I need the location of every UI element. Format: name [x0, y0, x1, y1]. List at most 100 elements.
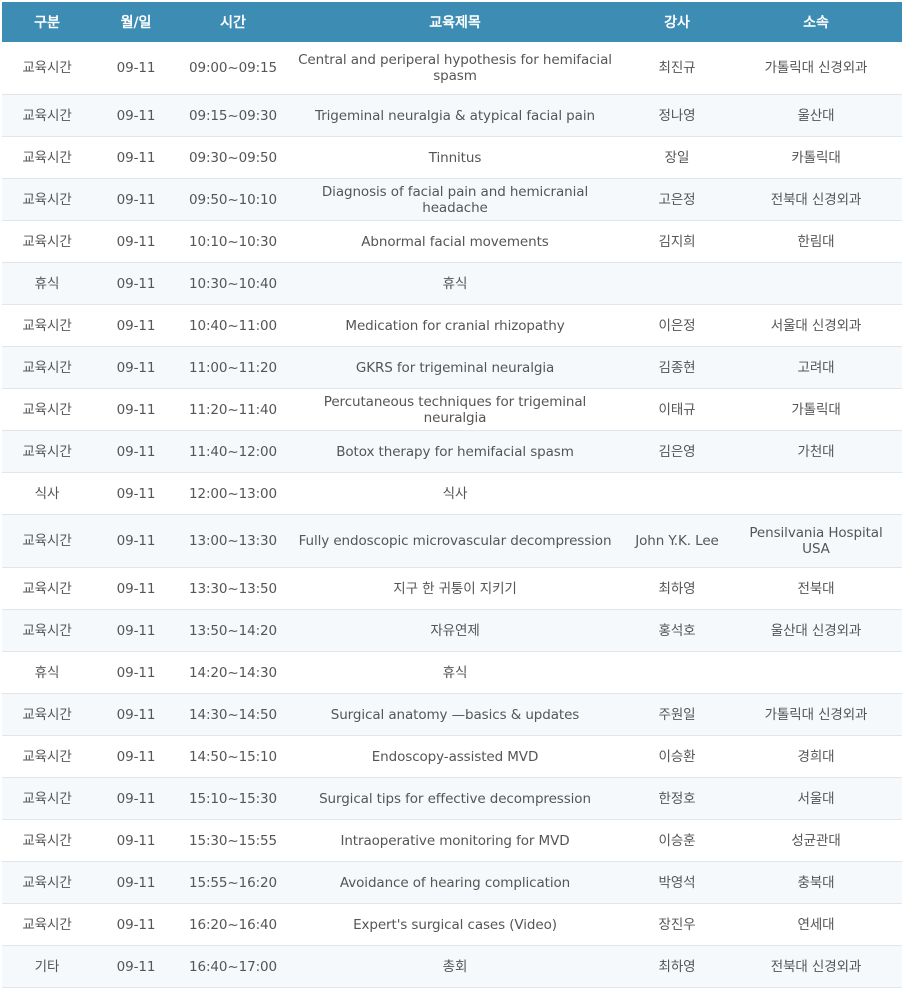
table-row: 교육시간 09-11 11:00~11:20 GKRS for trigeminal …	[2, 346, 902, 389]
cell-title-text: Avoidance of hearing complication	[339, 874, 571, 891]
cell-time-text: 13:00~13:30	[188, 533, 278, 549]
cell-title-text: Trigeminal neuralgia & atypical facial p…	[315, 107, 595, 124]
cell-speaker-text: 김은영	[658, 443, 696, 460]
cell-date-text: 09-11	[116, 533, 156, 549]
cell-category-text: 식사	[34, 485, 60, 502]
cell-affiliation-text: 전북대	[797, 580, 835, 597]
cell-affiliation-text: 서울대	[797, 790, 835, 807]
cell-date: 09-11	[92, 220, 180, 263]
cell-time-text: 09:15~09:30	[188, 107, 278, 124]
cell-category-text: 교육시간	[22, 317, 72, 334]
cell-title: Intraoperative monitoring for MVD	[286, 819, 624, 862]
cell-title-text: Percutaneous techniques for trigeminal n…	[323, 393, 587, 426]
cell-category: 교육시간	[2, 903, 92, 946]
cell-category: 휴식	[2, 651, 92, 694]
cell-date-text: 09-11	[116, 748, 156, 765]
cell-title-text: Abnormal facial movements	[361, 233, 549, 250]
cell-affiliation-text: 연세대	[797, 916, 835, 933]
cell-category: 교육시간	[2, 136, 92, 179]
table-row: 교육시간 09-11 14:30~14:50 Surgical anatomy —ba…	[2, 693, 902, 736]
cell-affiliation: 가톨릭대 신경외과	[730, 42, 902, 95]
cell-category-text: 휴식	[34, 664, 60, 681]
cell-time-text: 14:20~14:30	[188, 664, 278, 681]
cell-speaker: 박영석	[624, 861, 730, 904]
cell-affiliation-text: 전북대 신경외과	[770, 958, 862, 975]
schedule-table: 구분 월/일 시간 교육제목 강사 소속 교육시간 09-11 09:00~09:1…	[2, 2, 902, 988]
schedule-table-container: 구분 월/일 시간 교육제목 강사 소속 교육시간 09-11 09:00~09:1…	[2, 2, 902, 988]
cell-title-text: 휴식	[442, 275, 468, 292]
cell-time-text: 09:30~09:50	[188, 149, 278, 166]
cell-affiliation	[730, 651, 902, 694]
cell-title: Tinnitus	[286, 136, 624, 179]
table-row: 교육시간 09-11 11:40~12:00 Botox therapy for he…	[2, 430, 902, 473]
cell-title: Central and periperal hypothesis for hem…	[286, 42, 624, 95]
cell-affiliation: 울산대 신경외과	[730, 609, 902, 652]
cell-title-text: Endoscopy-assisted MVD	[371, 748, 539, 765]
cell-title-text: Medication for cranial rhizopathy	[345, 317, 565, 334]
cell-date-text: 09-11	[116, 958, 156, 975]
cell-affiliation: 서울대 신경외과	[730, 304, 902, 347]
cell-date: 09-11	[92, 945, 180, 988]
cell-affiliation-text: Pensilvania Hospital USA	[749, 525, 883, 557]
table-row: 교육시간 09-11 11:20~11:40 Percutaneous techniq…	[2, 388, 902, 431]
cell-date: 09-11	[92, 346, 180, 389]
cell-date: 09-11	[92, 94, 180, 137]
cell-date: 09-11	[92, 304, 180, 347]
cell-time-text: 10:40~11:00	[188, 317, 278, 334]
cell-affiliation-text: 울산대	[797, 107, 835, 124]
cell-title-text: 자유연제	[430, 622, 480, 639]
cell-affiliation-text: 카톨릭대	[791, 149, 841, 166]
cell-time-text: 16:40~17:00	[188, 958, 278, 975]
cell-date-text: 09-11	[116, 916, 156, 933]
cell-title: Surgical anatomy —basics & updates	[286, 693, 624, 736]
cell-date-text: 09-11	[116, 874, 156, 891]
cell-speaker: 최하영	[624, 945, 730, 988]
cell-speaker: 최하영	[624, 567, 730, 610]
cell-title: 지구 한 귀퉁이 지키기	[286, 567, 624, 610]
cell-title: 자유연제	[286, 609, 624, 652]
cell-title: Expert's surgical cases (Video)	[286, 903, 624, 946]
cell-speaker-text: 이승환	[658, 748, 696, 765]
cell-time-text: 09:50~10:10	[188, 191, 278, 208]
cell-speaker-text: 최진규	[658, 60, 696, 76]
cell-category: 교육시간	[2, 735, 92, 778]
cell-time-text: 11:20~11:40	[188, 401, 278, 418]
cell-time: 09:15~09:30	[180, 94, 286, 137]
cell-affiliation: 성균관대	[730, 819, 902, 862]
cell-category-text: 휴식	[34, 275, 60, 292]
cell-affiliation: 전북대	[730, 567, 902, 610]
cell-speaker-text: 장일	[664, 149, 690, 166]
cell-category: 교육시간	[2, 178, 92, 221]
cell-affiliation: 한림대	[730, 220, 902, 263]
table-row: 교육시간 09-11 13:30~13:50 지구 한 귀퉁이 지키기 최하영 전북대	[2, 567, 902, 610]
table-row: 교육시간 09-11 09:50~10:10 Diagnosis of facial …	[2, 178, 902, 221]
cell-date: 09-11	[92, 136, 180, 179]
cell-date: 09-11	[92, 42, 180, 95]
cell-date-text: 09-11	[116, 706, 156, 723]
cell-speaker-text: 김지희	[658, 233, 696, 250]
cell-time-text: 14:30~14:50	[188, 706, 278, 723]
cell-speaker: 최진규	[624, 42, 730, 95]
cell-affiliation: 가천대	[730, 430, 902, 473]
cell-category: 교육시간	[2, 346, 92, 389]
table-row: 교육시간 09-11 14:50~15:10 Endoscopy-assisted M…	[2, 735, 902, 778]
cell-title: Medication for cranial rhizopathy	[286, 304, 624, 347]
cell-date-text: 09-11	[116, 149, 156, 166]
cell-speaker: 김은영	[624, 430, 730, 473]
cell-time: 14:30~14:50	[180, 693, 286, 736]
cell-title-text: GKRS for trigeminal neuralgia	[355, 359, 555, 376]
cell-date-text: 09-11	[116, 443, 156, 460]
cell-speaker: 김지희	[624, 220, 730, 263]
cell-speaker: 김종현	[624, 346, 730, 389]
cell-date: 09-11	[92, 651, 180, 694]
cell-date-text: 09-11	[116, 485, 156, 502]
header-time: 시간	[180, 2, 286, 42]
cell-speaker-text: 김종현	[658, 359, 696, 376]
table-row: 교육시간 09-11 10:40~11:00 Medication for crani…	[2, 304, 902, 347]
cell-date-text: 09-11	[116, 622, 156, 639]
cell-time: 11:00~11:20	[180, 346, 286, 389]
cell-category-text: 교육시간	[22, 233, 72, 250]
cell-title-text: 휴식	[442, 664, 468, 681]
cell-category: 교육시간	[2, 777, 92, 820]
cell-category-text: 교육시간	[22, 916, 72, 933]
